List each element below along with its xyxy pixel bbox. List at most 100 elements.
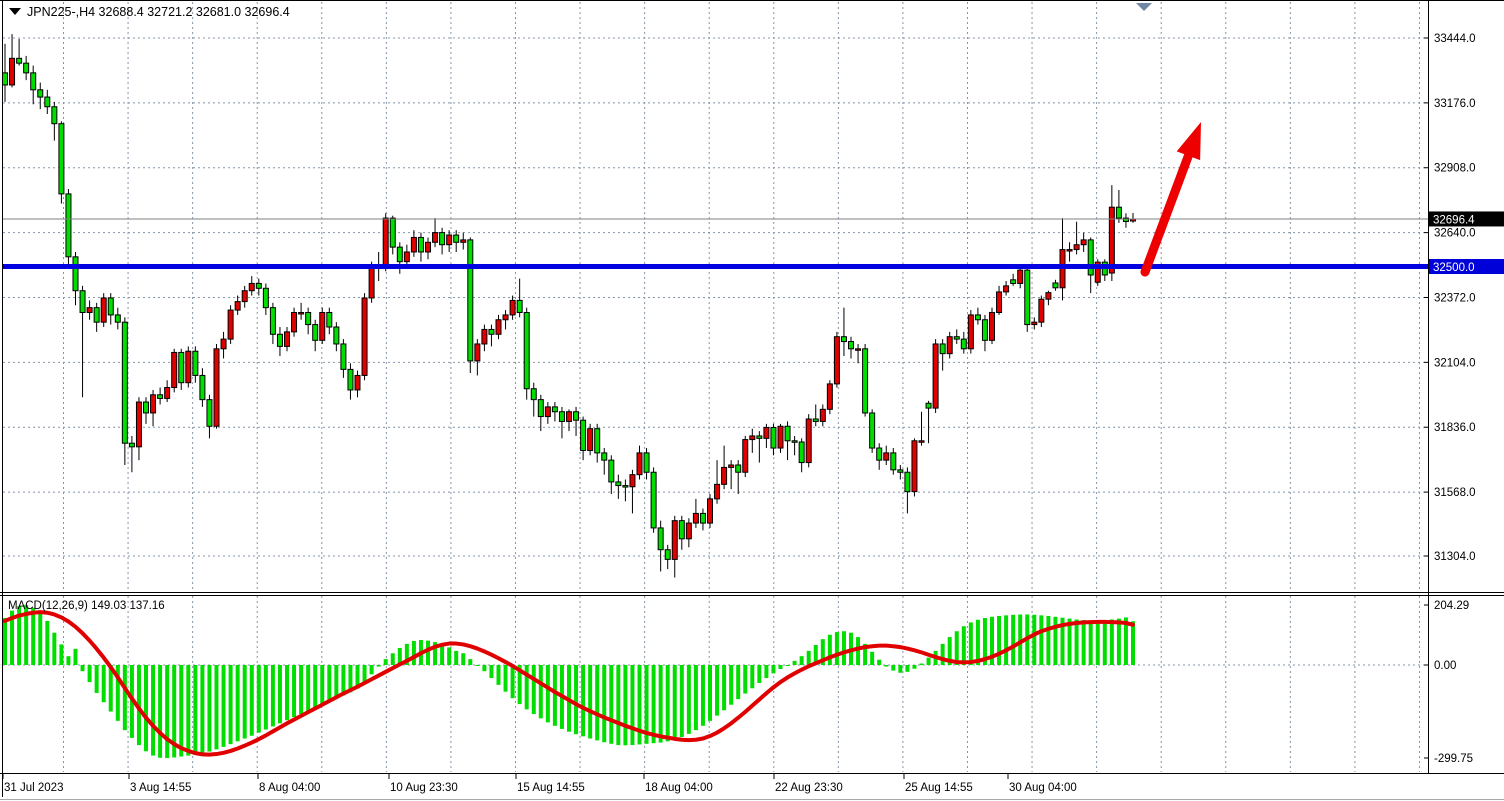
candle [658, 521, 663, 572]
macd-bar [602, 665, 606, 742]
macd-bar [292, 665, 296, 717]
time-axis-label: 22 Aug 23:30 [775, 782, 843, 794]
macd-bar [158, 665, 162, 758]
candle [827, 380, 832, 414]
candle [552, 402, 557, 421]
candle [764, 424, 769, 448]
candle [1067, 242, 1072, 261]
macd-bar [856, 637, 860, 665]
candle [820, 404, 825, 426]
candle [729, 460, 734, 489]
macd-bar [440, 644, 444, 665]
candle [200, 368, 205, 407]
macd-bar [673, 665, 677, 739]
macd-bar [52, 633, 56, 665]
support-line-32500[interactable] [3, 264, 1428, 269]
macd-bar [616, 665, 620, 745]
macd-bar [898, 665, 902, 673]
candle [1011, 274, 1016, 286]
macd-bar [299, 665, 303, 714]
candle [475, 339, 480, 375]
macd-bar [722, 665, 726, 710]
price-axis-label: 32104.0 [1434, 357, 1476, 369]
chart-title: JPN225-,H4 32688.4 32721.2 32681.0 32696… [9, 5, 290, 19]
time-axis-label: 31 Jul 2023 [4, 782, 63, 794]
candle [715, 460, 720, 504]
time-axis-label: 10 Aug 23:30 [390, 782, 458, 794]
candle [1123, 213, 1128, 228]
candle [299, 303, 304, 320]
candle [1074, 222, 1079, 255]
macd-bar [680, 665, 684, 737]
candles-layer [3, 34, 1136, 577]
macd-bar [553, 665, 557, 726]
candle [997, 286, 1002, 315]
scroll-marker-icon[interactable] [1136, 3, 1152, 11]
candle [489, 325, 494, 347]
title-ohlc-text: JPN225-,H4 32688.4 32721.2 32681.0 32696… [27, 5, 290, 19]
candle [700, 509, 705, 531]
price-axis-label: 33444.0 [1434, 33, 1476, 45]
macd-bar [1131, 621, 1135, 665]
macd-bar [532, 665, 536, 714]
macd-bar [384, 659, 388, 665]
macd-bar [207, 665, 211, 752]
candle [834, 332, 839, 388]
macd-bar [793, 661, 797, 665]
candle [524, 308, 529, 400]
candle [362, 293, 367, 380]
macd-bar [997, 616, 1001, 665]
candle [799, 438, 804, 472]
macd-axis-label: 0.00 [1434, 660, 1456, 672]
macd-header-text: MACD(12,26,9) 149.03 137.16 [8, 600, 165, 612]
macd-bar [750, 665, 754, 688]
trend-arrow[interactable] [1145, 122, 1201, 272]
chart-canvas[interactable]: 33444.033176.032908.032640.032372.032104… [0, 0, 1504, 801]
candle [277, 327, 282, 356]
macd-bar [1110, 619, 1114, 665]
candle [693, 499, 698, 528]
candle [101, 293, 106, 327]
macd-bar [165, 665, 169, 758]
macd-bar [546, 665, 550, 722]
candle [785, 421, 790, 460]
candle [165, 380, 170, 402]
macd-bar [1075, 619, 1079, 665]
candle [285, 327, 290, 351]
macd-bar [88, 665, 92, 682]
macd-bar [609, 665, 613, 744]
macd-bar [807, 651, 811, 665]
candle [221, 332, 226, 359]
macd-bar [962, 626, 966, 665]
candle [1025, 267, 1030, 332]
candle [334, 322, 339, 351]
candle [891, 448, 896, 475]
blue-tag-text: 32500.0 [1433, 262, 1475, 274]
candle [327, 308, 332, 335]
macd-bar [447, 647, 451, 665]
macd-bar [95, 665, 99, 693]
candle [193, 346, 198, 382]
macd-bar [271, 665, 275, 726]
candle [1081, 233, 1086, 252]
candle [1102, 259, 1107, 281]
macd-bar [764, 665, 768, 678]
macd-bar [426, 641, 430, 665]
candle [52, 102, 57, 141]
macd-bar [687, 665, 691, 734]
macd-bar [891, 665, 895, 671]
price-axis-label: 31304.0 [1434, 551, 1476, 563]
candle [418, 233, 423, 262]
candle [947, 332, 952, 359]
macd-bar [976, 620, 980, 665]
macd-bar [45, 621, 49, 665]
candle [912, 438, 917, 496]
macd-bar [771, 665, 775, 673]
price-axis-label: 31836.0 [1434, 422, 1476, 434]
macd-bar [243, 665, 247, 739]
candle [545, 402, 550, 424]
candle [383, 213, 388, 271]
macd-bar [743, 665, 747, 694]
candle [616, 475, 621, 499]
candle [968, 310, 973, 354]
